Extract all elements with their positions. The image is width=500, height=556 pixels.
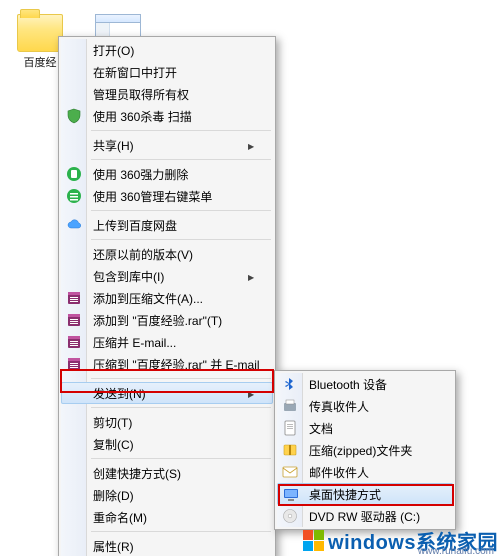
menu-item-label: DVD RW 驱动器 (C:) [309,508,433,525]
menu-item-label: 使用 360杀毒 扫描 [93,108,253,125]
submenu-arrow-icon [248,269,253,283]
menu-item-label: 共享(H) [93,137,248,154]
menu-item[interactable]: 打开(O) [61,39,273,61]
menu-item[interactable]: 邮件收件人 [277,461,453,483]
menu-item-label: 文档 [309,420,433,437]
menu-separator [91,210,271,211]
bluetooth-icon [282,376,298,392]
submenu-arrow-icon [248,138,253,152]
menu-item[interactable]: 复制(C) [61,433,273,455]
context-menu: 打开(O) 在新窗口中打开管理员取得所有权使用 360杀毒 扫描共享(H) 使用 3… [58,36,276,556]
menu-item[interactable]: DVD RW 驱动器 (C:) [277,505,453,527]
menu-item[interactable]: 传真收件人 [277,395,453,417]
shield-icon [66,108,82,124]
menu-separator [91,407,271,408]
menu-item[interactable]: 属性(R) [61,535,273,556]
menu-item-label: 添加到 "百度经验.rar"(T) [93,312,253,329]
menu-separator [91,159,271,160]
zip-icon [282,442,298,458]
menu-item[interactable]: 压缩并 E-mail... [61,331,273,353]
menu-item[interactable]: 删除(D) [61,484,273,506]
menu-item[interactable]: 使用 360管理右键菜单 [61,185,273,207]
highlight-sendto [60,369,274,393]
dvd-icon [282,508,298,524]
watermark-text-1: windows [328,532,416,554]
menu360-icon [66,188,82,204]
cloud-icon [66,217,82,233]
menu-item[interactable]: 使用 360杀毒 扫描 [61,105,273,127]
menu-separator [91,531,271,532]
menu-item[interactable]: 剪切(T) [61,411,273,433]
rar-icon [66,312,82,328]
menu-item[interactable]: 文档 [277,417,453,439]
windows-logo-icon [303,530,324,551]
menu-item-label: 创建快捷方式(S) [93,465,253,482]
delete360-icon [66,166,82,182]
menu-item[interactable]: 压缩(zipped)文件夹 [277,439,453,461]
menu-item-label: 使用 360强力删除 [93,166,253,183]
menu-item-label: Bluetooth 设备 [309,376,433,393]
folder-icon [17,14,63,52]
rar-icon [66,334,82,350]
menu-item[interactable]: 上传到百度网盘 [61,214,273,236]
menu-separator [91,239,271,240]
menu-item-label: 删除(D) [93,487,253,504]
menu-item[interactable]: Bluetooth 设备 [277,373,453,395]
menu-item-label: 上传到百度网盘 [93,217,253,234]
menu-separator [91,458,271,459]
mail-icon [282,464,298,480]
menu-separator [91,130,271,131]
menu-item-label: 压缩并 E-mail... [93,334,253,351]
watermark-url: www.ruhaifu.com [418,546,494,556]
menu-item[interactable]: 在新窗口中打开 [61,61,273,83]
sendto-submenu: Bluetooth 设备传真收件人文档压缩(zipped)文件夹邮件收件人桌面快… [274,370,456,530]
menu-item[interactable]: 管理员取得所有权 [61,83,273,105]
menu-item-label: 还原以前的版本(V) [93,246,253,263]
menu-item-label: 在新窗口中打开 [93,64,253,81]
menu-item[interactable]: 添加到 "百度经验.rar"(T) [61,309,273,331]
menu-item-label: 打开(O) [93,42,253,59]
menu-item-label: 传真收件人 [309,398,433,415]
menu-item-label: 压缩(zipped)文件夹 [309,442,433,459]
doc-icon [282,420,298,436]
menu-item[interactable]: 使用 360强力删除 [61,163,273,185]
menu-item-label: 重命名(M) [93,509,253,526]
menu-item-label: 包含到库中(I) [93,268,248,285]
menu-item[interactable]: 还原以前的版本(V) [61,243,273,265]
menu-item-label: 剪切(T) [93,414,253,431]
menu-item-label: 添加到压缩文件(A)... [93,290,253,307]
menu-item-label: 复制(C) [93,436,253,453]
menu-item[interactable]: 共享(H) [61,134,273,156]
menu-item[interactable]: 添加到压缩文件(A)... [61,287,273,309]
menu-item-label: 管理员取得所有权 [93,86,253,103]
menu-item-label: 邮件收件人 [309,464,433,481]
menu-item-label: 属性(R) [93,538,253,555]
menu-item[interactable]: 创建快捷方式(S) [61,462,273,484]
highlight-desktop-shortcut [278,484,454,506]
rar-icon [66,290,82,306]
menu-item-label: 使用 360管理右键菜单 [93,188,253,205]
menu-item[interactable]: 包含到库中(I) [61,265,273,287]
fax-icon [282,398,298,414]
menu-item[interactable]: 重命名(M) [61,506,273,528]
